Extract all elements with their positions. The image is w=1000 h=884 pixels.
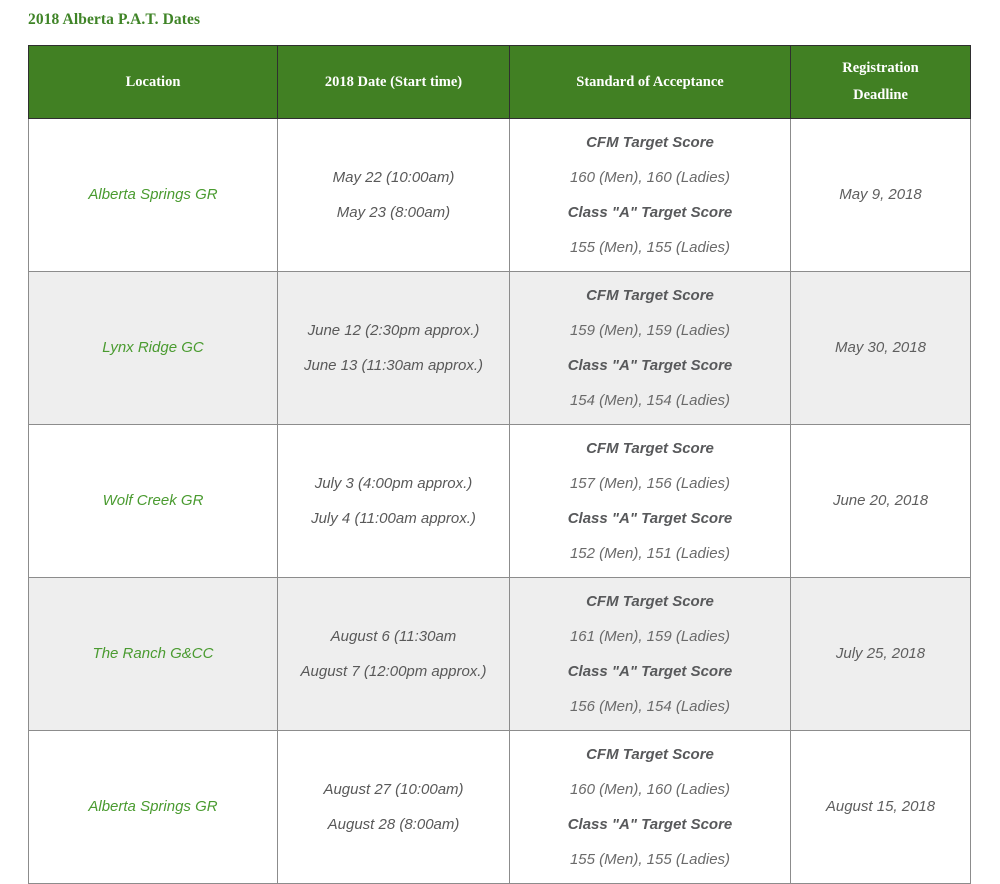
pat-dates-table-container: Location 2018 Date (Start time) Standard… [28,45,971,884]
date-line-2: August 28 (8:00am) [327,816,460,833]
class-a-target-score-label: Class "A" Target Score [567,204,733,221]
cell-deadline: May 30, 2018 [790,271,971,425]
cfm-target-score-value: 159 (Men), 159 (Ladies) [569,322,731,339]
date-line-2: May 23 (8:00am) [336,204,451,221]
pat-dates-table: Location 2018 Date (Start time) Standard… [28,45,971,884]
cell-location: The Ranch G&CC [28,577,278,731]
class-a-target-score-label: Class "A" Target Score [567,816,733,833]
cell-deadline: August 15, 2018 [790,730,971,884]
cfm-target-score-value: 160 (Men), 160 (Ladies) [569,781,731,798]
cell-deadline: May 9, 2018 [790,118,971,272]
class-a-target-score-label: Class "A" Target Score [567,663,733,680]
date-line-1: July 3 (4:00pm approx.) [314,475,473,492]
cell-deadline: June 20, 2018 [790,424,971,578]
cfm-target-score-label: CFM Target Score [586,134,714,151]
cfm-target-score-value: 157 (Men), 156 (Ladies) [569,475,731,492]
cell-date: May 22 (10:00am) May 23 (8:00am) [277,118,510,272]
date-line-2: July 4 (11:00am approx.) [311,510,476,527]
cell-standard: CFM Target Score 161 (Men), 159 (Ladies)… [509,577,791,731]
cell-date: July 3 (4:00pm approx.) July 4 (11:00am … [277,424,510,578]
class-a-target-score-value: 152 (Men), 151 (Ladies) [569,545,731,562]
cfm-target-score-label: CFM Target Score [586,593,714,610]
cell-location: Alberta Springs GR [28,730,278,884]
date-line-1: June 12 (2:30pm approx.) [307,322,480,339]
column-header-date: 2018 Date (Start time) [277,45,510,119]
column-header-deadline-line1: Registration [842,60,919,76]
column-header-standard: Standard of Acceptance [509,45,791,119]
date-line-2: August 7 (12:00pm approx.) [300,663,487,680]
table-row: Alberta Springs GR May 22 (10:00am) May … [28,118,971,272]
table-header: Location 2018 Date (Start time) Standard… [28,45,971,119]
cell-location: Alberta Springs GR [28,118,278,272]
cell-standard: CFM Target Score 157 (Men), 156 (Ladies)… [509,424,791,578]
table-body: Alberta Springs GR May 22 (10:00am) May … [28,118,971,884]
table-row: The Ranch G&CC August 6 (11:30am August … [28,577,971,731]
cell-date: June 12 (2:30pm approx.) June 13 (11:30a… [277,271,510,425]
class-a-target-score-value: 155 (Men), 155 (Ladies) [569,239,731,256]
class-a-target-score-value: 156 (Men), 154 (Ladies) [569,698,731,715]
class-a-target-score-label: Class "A" Target Score [567,357,733,374]
date-line-1: May 22 (10:00am) [332,169,455,186]
cell-standard: CFM Target Score 160 (Men), 160 (Ladies)… [509,730,791,884]
date-line-1: August 27 (10:00am) [323,781,464,798]
cell-date: August 27 (10:00am) August 28 (8:00am) [277,730,510,884]
table-row: Alberta Springs GR August 27 (10:00am) A… [28,730,971,884]
cell-date: August 6 (11:30am August 7 (12:00pm appr… [277,577,510,731]
class-a-target-score-value: 154 (Men), 154 (Ladies) [569,392,731,409]
cfm-target-score-label: CFM Target Score [586,746,714,763]
cell-location: Lynx Ridge GC [28,271,278,425]
table-row: Wolf Creek GR July 3 (4:00pm approx.) Ju… [28,424,971,578]
page-title: 2018 Alberta P.A.T. Dates [28,11,201,28]
column-header-deadline-line2: Deadline [853,87,908,103]
column-header-location: Location [28,45,278,119]
cell-deadline: July 25, 2018 [790,577,971,731]
date-line-1: August 6 (11:30am [330,628,457,645]
class-a-target-score-label: Class "A" Target Score [567,510,733,527]
column-header-deadline: Registration Deadline [790,45,971,119]
page-root: 2018 Alberta P.A.T. Dates Location 2018 … [0,0,1000,884]
header-row: Location 2018 Date (Start time) Standard… [28,45,971,119]
cfm-target-score-value: 160 (Men), 160 (Ladies) [569,169,731,186]
cell-standard: CFM Target Score 160 (Men), 160 (Ladies)… [509,118,791,272]
cell-location: Wolf Creek GR [28,424,278,578]
cell-standard: CFM Target Score 159 (Men), 159 (Ladies)… [509,271,791,425]
class-a-target-score-value: 155 (Men), 155 (Ladies) [569,851,731,868]
cfm-target-score-value: 161 (Men), 159 (Ladies) [569,628,731,645]
cfm-target-score-label: CFM Target Score [586,287,714,304]
cfm-target-score-label: CFM Target Score [586,440,714,457]
table-row: Lynx Ridge GC June 12 (2:30pm approx.) J… [28,271,971,425]
date-line-2: June 13 (11:30am approx.) [304,357,483,374]
